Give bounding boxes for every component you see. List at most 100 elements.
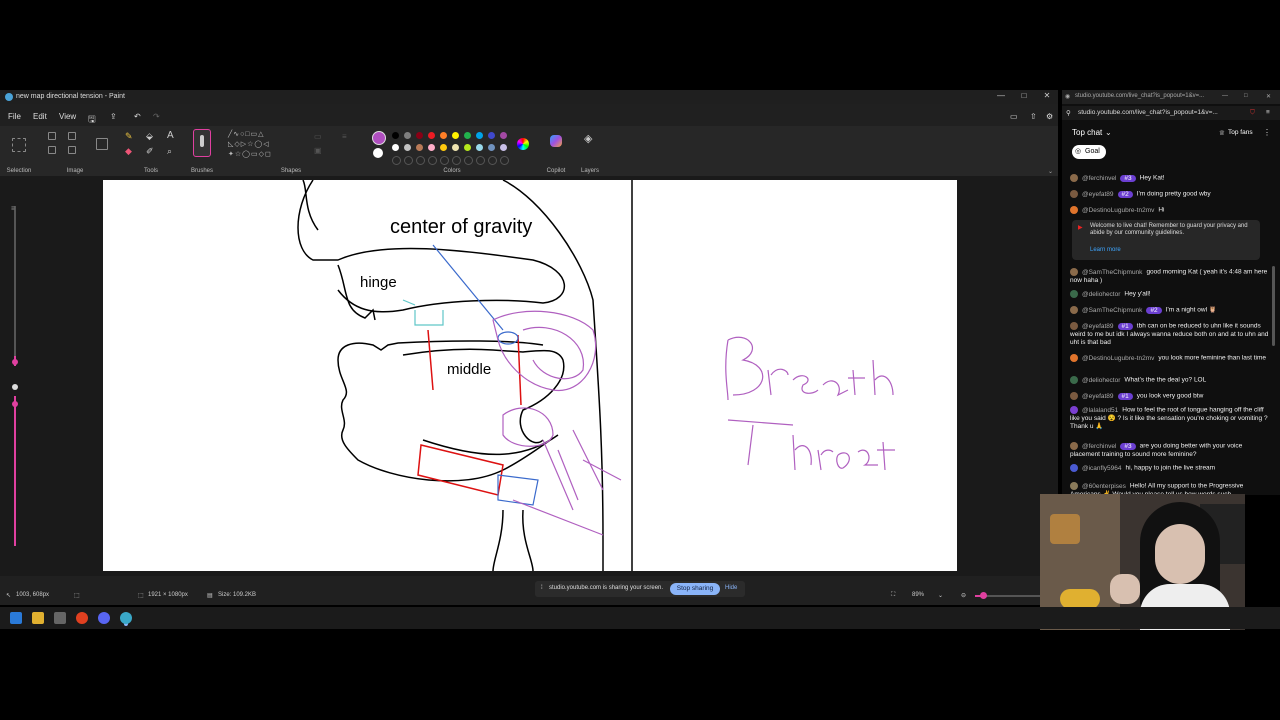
color-swatch[interactable]	[416, 132, 423, 139]
custom-color-slot[interactable]	[476, 156, 485, 165]
chat-username[interactable]: @deliohector	[1082, 377, 1120, 384]
minimize-button[interactable]: —	[990, 91, 1012, 103]
chat-scrollbar[interactable]	[1272, 266, 1275, 346]
color-swatch[interactable]	[404, 132, 411, 139]
chat-maximize-button[interactable]: □	[1244, 93, 1248, 99]
color-swatch[interactable]	[452, 132, 459, 139]
chat-username[interactable]: @60enterpises	[1082, 483, 1126, 490]
rotate-icon[interactable]	[48, 146, 56, 154]
custom-color-slot[interactable]	[488, 156, 497, 165]
chevron-down-icon[interactable]: ⌄	[1105, 128, 1112, 137]
avatar[interactable]	[1070, 482, 1078, 490]
chat-username[interactable]: @SamTheChipmunk	[1082, 307, 1142, 314]
zoom-dropdown-icon[interactable]: ⌄	[938, 592, 943, 599]
goal-chip[interactable]: ◎ Goal	[1072, 145, 1106, 159]
browser-menu-icon[interactable]: ≡	[1266, 109, 1270, 116]
chat-username[interactable]: @icanfly5964	[1082, 465, 1121, 472]
avatar[interactable]	[1070, 206, 1078, 214]
magnifier-icon[interactable]: ⌕	[167, 146, 172, 157]
fill-icon[interactable]: ⬙	[146, 131, 153, 142]
layers-icon[interactable]: ◈	[584, 132, 592, 145]
color-swatch[interactable]	[440, 144, 447, 151]
zoom-slider-thumb[interactable]	[980, 592, 987, 599]
avatar[interactable]	[1070, 354, 1078, 362]
undo-icon[interactable]: ↶	[134, 112, 141, 121]
color-swatch[interactable]	[428, 144, 435, 151]
brave-browser-icon[interactable]	[76, 612, 88, 624]
color-swatch[interactable]	[440, 132, 447, 139]
edit-colors-icon[interactable]	[517, 138, 529, 150]
color-swatch[interactable]	[500, 144, 507, 151]
selection-icon[interactable]	[12, 138, 26, 152]
avatar[interactable]	[1070, 406, 1078, 414]
drag-handle-icon[interactable]: ⁞	[541, 585, 543, 591]
color-swatch[interactable]	[452, 144, 459, 151]
chat-close-button[interactable]: ✕	[1266, 93, 1271, 100]
color-swatch[interactable]	[464, 144, 471, 151]
avatar[interactable]	[1070, 392, 1078, 400]
crop-icon[interactable]	[48, 132, 56, 140]
custom-color-slot[interactable]	[452, 156, 461, 165]
drawing-canvas[interactable]: center of gravity hinge middle	[103, 179, 957, 572]
menu-view[interactable]: View	[59, 112, 76, 121]
zoom-level[interactable]: 89%	[912, 592, 924, 598]
color-swatch[interactable]	[488, 132, 495, 139]
avatar[interactable]	[1070, 376, 1078, 384]
color-swatch[interactable]	[404, 144, 411, 151]
menu-edit[interactable]: Edit	[33, 112, 47, 121]
chat-minimize-button[interactable]: —	[1222, 93, 1228, 99]
chat-username[interactable]: @eyefat89	[1082, 393, 1114, 400]
eraser-icon[interactable]: ◆	[125, 146, 132, 157]
brush-size-slider[interactable]: ≡	[11, 206, 18, 576]
chat-tab-url[interactable]: studio.youtube.com/live_chat?is_popout=1…	[1075, 93, 1204, 99]
custom-color-slot[interactable]	[500, 156, 509, 165]
paint-taskbar-icon[interactable]	[120, 612, 132, 624]
avatar[interactable]	[1070, 268, 1078, 276]
color-swatch[interactable]	[476, 144, 483, 151]
zoom-out-icon[interactable]: ⊖	[961, 592, 966, 599]
color-swatch[interactable]	[428, 132, 435, 139]
site-info-icon[interactable]: ⚲	[1066, 109, 1071, 117]
file-explorer-icon[interactable]	[32, 612, 44, 624]
calculator-icon[interactable]	[54, 612, 66, 624]
chat-username[interactable]: @ferchinvel	[1082, 443, 1116, 450]
secondary-color-swatch[interactable]	[373, 148, 383, 158]
avatar[interactable]	[1070, 442, 1078, 450]
chat-username[interactable]: @SamTheChipmunk	[1082, 269, 1142, 276]
top-fans-button[interactable]: Top fans	[1228, 129, 1253, 136]
fit-icon[interactable]: ⛶	[891, 592, 895, 599]
chat-username[interactable]: @eyefat89	[1082, 191, 1114, 198]
pencil-icon[interactable]: ✎	[125, 131, 133, 142]
color-swatch[interactable]	[464, 132, 471, 139]
hide-button[interactable]: Hide	[725, 585, 737, 591]
avatar[interactable]	[1070, 174, 1078, 182]
custom-color-slot[interactable]	[464, 156, 473, 165]
color-swatch[interactable]	[476, 132, 483, 139]
chat-url[interactable]: studio.youtube.com/live_chat?is_popout=1…	[1078, 109, 1218, 116]
color-swatch[interactable]	[392, 132, 399, 139]
custom-color-slot[interactable]	[392, 156, 401, 165]
chat-mode-select[interactable]: Top chat	[1072, 128, 1102, 137]
avatar[interactable]	[1070, 464, 1078, 472]
comment-icon[interactable]: ▭	[1010, 112, 1018, 121]
color-swatch[interactable]	[500, 132, 507, 139]
custom-color-slot[interactable]	[440, 156, 449, 165]
fill-shape-icon[interactable]: ▣	[314, 146, 322, 155]
outline-icon[interactable]: ▭	[314, 132, 322, 141]
brave-shield-icon[interactable]: ⛉	[1250, 109, 1255, 117]
opacity-thumb[interactable]	[12, 401, 18, 407]
flip-icon[interactable]	[68, 146, 76, 154]
avatar[interactable]	[1070, 290, 1078, 298]
brushes-button[interactable]	[193, 129, 211, 157]
color-swatch[interactable]	[392, 144, 399, 151]
maximize-button[interactable]: □	[1013, 91, 1035, 103]
stop-sharing-button[interactable]: Stop sharing	[670, 583, 720, 595]
chat-username[interactable]: @DestinoLugubre-tn2mv	[1082, 355, 1154, 362]
chat-username[interactable]: @deliohector	[1082, 291, 1120, 298]
share-icon[interactable]: ⇪	[110, 112, 117, 121]
redo-icon[interactable]: ↷	[153, 112, 160, 121]
avatar[interactable]	[1070, 322, 1078, 330]
size-thumb[interactable]	[12, 359, 18, 365]
chat-username[interactable]: @DestinoLugubre-tn2mv	[1082, 207, 1154, 214]
primary-color-swatch[interactable]	[372, 131, 386, 145]
